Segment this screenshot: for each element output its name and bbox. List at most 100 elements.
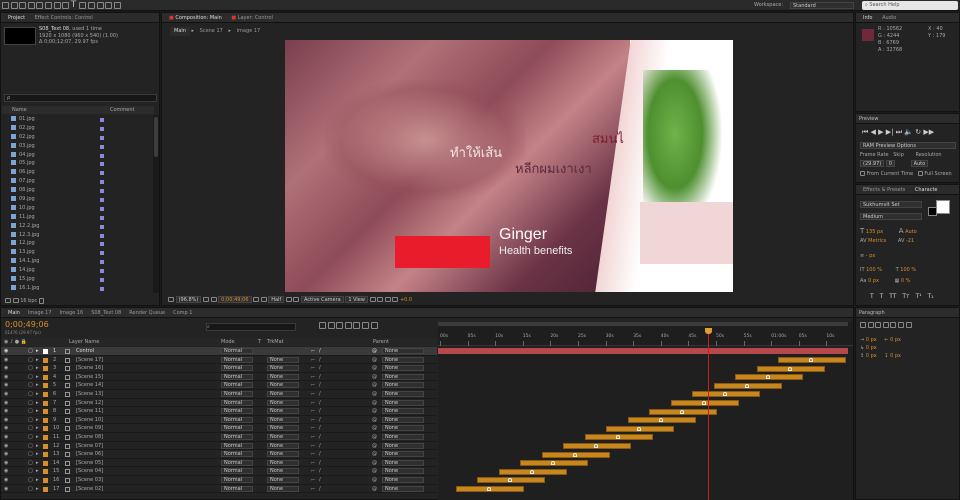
pickwhip-icon[interactable]: @ (372, 416, 377, 425)
graph-editor-icon[interactable] (370, 322, 378, 329)
eye-icon[interactable]: ◉ (4, 476, 8, 485)
quality-switch-icon[interactable]: / (319, 450, 321, 459)
lock-icon[interactable]: ▢ (28, 450, 33, 459)
fill-color-swatch[interactable] (936, 200, 950, 214)
superscript-button[interactable]: T¹ (915, 293, 921, 300)
parent-dropdown[interactable]: None (382, 373, 424, 380)
scene-layer-bar[interactable] (670, 399, 739, 406)
trkmat-dropdown[interactable]: None (267, 468, 299, 475)
blend-mode-dropdown[interactable]: Normal (221, 433, 253, 440)
expand-arrow-icon[interactable]: ▸ (36, 399, 39, 408)
lock-icon[interactable]: ▢ (28, 424, 33, 433)
shy-switch-icon[interactable]: ⌐ (311, 399, 315, 408)
project-file-row[interactable]: 15.jpg (2, 275, 152, 284)
trkmat-dropdown[interactable]: None (267, 399, 299, 406)
project-file-row[interactable]: 08.jpg (2, 186, 152, 195)
scene-layer-bar[interactable] (498, 468, 567, 475)
trkmat-dropdown[interactable]: None (267, 442, 299, 449)
font-size-value[interactable]: 135 px (866, 229, 883, 235)
skip-dropdown[interactable]: 0 (885, 160, 895, 167)
tab-effects-presets[interactable]: Effects & Presets (859, 186, 909, 194)
layer-name[interactable]: [Scene 03] (76, 476, 103, 485)
timeline-layer-row[interactable]: ◉ ▢ ▸ 4 [Scene 15] Normal None ⌐ / @ None (1, 373, 437, 382)
align-left-icon[interactable] (860, 322, 866, 328)
play-icon[interactable]: ▶ (878, 128, 883, 136)
expand-arrow-icon[interactable]: ▸ (36, 373, 39, 382)
timeline-layer-row[interactable]: ◉ ▢ ▸ 11 [Scene 08] Normal None ⌐ / @ None (1, 433, 437, 442)
layer-name[interactable]: [Scene 08] (76, 433, 103, 442)
layer-label-color[interactable] (43, 486, 48, 492)
eye-icon[interactable]: ◉ (4, 485, 8, 494)
tracking-value[interactable]: -21 (906, 238, 914, 244)
shy-switch-icon[interactable]: ⌐ (311, 364, 315, 373)
blend-mode-dropdown[interactable]: Normal (221, 425, 253, 432)
project-file-row[interactable]: 03.jpg (2, 142, 152, 151)
tab-composition-main[interactable]: ■ Composition: Main (165, 14, 226, 22)
project-file-row[interactable]: 14.1.jpg (2, 257, 152, 266)
rotate-tool-icon[interactable] (27, 2, 35, 9)
space-before-value[interactable]: 0 px (866, 353, 877, 359)
keyframe-marker-icon[interactable] (658, 418, 663, 423)
scene-layer-bar[interactable] (541, 451, 610, 458)
project-file-row[interactable]: 12.3.jpg (2, 231, 152, 240)
hand-tool-icon[interactable] (10, 2, 18, 9)
pickwhip-icon[interactable]: @ (372, 399, 377, 408)
scene-layer-bar[interactable] (713, 382, 782, 389)
keyframe-marker-icon[interactable] (615, 435, 620, 440)
blend-mode-dropdown[interactable]: Normal (221, 399, 253, 406)
project-file-row[interactable]: 04.jpg (2, 151, 152, 160)
eye-icon[interactable]: ◉ (4, 424, 8, 433)
pickwhip-icon[interactable]: @ (372, 459, 377, 468)
eye-icon[interactable]: ◉ (4, 381, 8, 390)
faux-bold-button[interactable]: T (870, 293, 874, 300)
trkmat-dropdown[interactable]: None (267, 365, 299, 372)
quality-switch-icon[interactable]: / (319, 356, 321, 365)
col-trkmat[interactable]: TrkMat (267, 338, 284, 346)
keyframe-marker-icon[interactable] (744, 383, 749, 388)
project-file-row[interactable]: 06.jpg (2, 168, 152, 177)
blend-mode-dropdown[interactable]: Normal (221, 416, 253, 423)
layer-name[interactable]: [Scene 04] (76, 467, 103, 476)
stroke-color-swatch[interactable] (928, 207, 937, 216)
eye-icon[interactable]: ◉ (4, 407, 8, 416)
blend-mode-dropdown[interactable]: Normal (221, 451, 253, 458)
audio-icon[interactable]: 🔈 (904, 128, 913, 136)
justify-all-icon[interactable] (905, 322, 912, 328)
timeline-icon[interactable] (384, 297, 391, 302)
quality-switch-icon[interactable]: / (319, 416, 321, 425)
layer-label-color[interactable] (43, 357, 48, 363)
project-file-row[interactable]: 02.jpg (2, 133, 152, 142)
project-scroll-thumb[interactable] (154, 117, 158, 157)
align-right-icon[interactable] (875, 322, 882, 328)
lock-icon[interactable]: ▢ (28, 356, 33, 365)
parent-dropdown[interactable]: None (382, 459, 424, 466)
clone-stamp-tool-icon[interactable] (87, 2, 95, 9)
comp-viewer[interactable]: ทำให้เส้น หลีกผมเงาเงา สมนไ Ginger Healt… (285, 40, 733, 292)
eye-icon[interactable]: ◉ (4, 399, 8, 408)
layer-label-color[interactable] (43, 366, 48, 372)
timeline-layer-row[interactable]: ◉ ▢ ▸ 17 [Scene 02] Normal None ⌐ / @ None (1, 485, 437, 494)
align-center-icon[interactable] (867, 322, 874, 328)
shy-switch-icon[interactable]: ⌐ (311, 467, 315, 476)
pickwhip-icon[interactable]: @ (372, 356, 377, 365)
timeline-timecode[interactable]: 0;00;49;06 (5, 320, 49, 329)
layer-name[interactable]: [Scene 12] (76, 399, 103, 408)
blend-mode-dropdown[interactable]: Normal (221, 459, 253, 466)
layer-name[interactable]: Control (76, 347, 94, 356)
col-mode[interactable]: Mode (221, 338, 235, 346)
quality-switch-icon[interactable]: / (319, 373, 321, 382)
timeline-layer-row[interactable]: ◉ ▢ ▸ 13 [Scene 06] Normal None ⌐ / @ None (1, 450, 437, 459)
timeline-tab[interactable]: Image 16 (56, 309, 88, 317)
keyframe-marker-icon[interactable] (723, 392, 727, 397)
timeline-layer-row[interactable]: ◉ ▢ ▸ 10 [Scene 09] Normal None ⌐ / @ None (1, 424, 437, 433)
timeline-layer-row[interactable]: ◉ ▢ ▸ 2 [Scene 17] Normal None ⌐ / @ None (1, 356, 437, 365)
pickwhip-icon[interactable]: @ (372, 442, 377, 451)
shy-switch-icon[interactable]: ⌐ (311, 485, 315, 494)
timeline-layer-row[interactable]: ◉ ▢ ▸ 14 [Scene 05] Normal None ⌐ / @ None (1, 459, 437, 468)
keyframe-marker-icon[interactable] (701, 400, 706, 405)
eraser-tool-icon[interactable] (96, 2, 104, 9)
timeline-layer-row[interactable]: ◉ ▢ ▸ 9 [Scene 10] Normal None ⌐ / @ None (1, 416, 437, 425)
parent-dropdown[interactable]: None (382, 348, 424, 354)
trash-icon[interactable] (38, 297, 44, 304)
parent-dropdown[interactable]: None (382, 425, 424, 432)
